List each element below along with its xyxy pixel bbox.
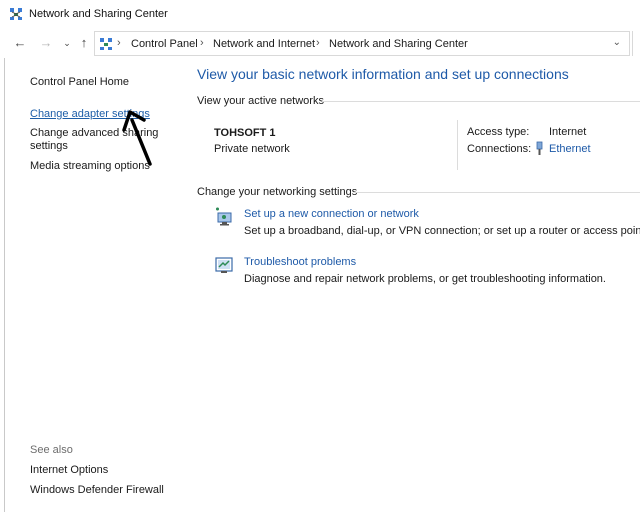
title-bar: Network and Sharing Center [0, 0, 640, 28]
see-also-label: See also [30, 444, 73, 456]
setup-connection-link[interactable]: Set up a new connection or network [244, 208, 419, 220]
network-type: Private network [214, 143, 290, 155]
up-arrow-icon[interactable]: ↑ [76, 35, 92, 51]
divider-vertical [457, 120, 458, 170]
forward-arrow-icon[interactable]: → [38, 35, 54, 51]
window-title: Network and Sharing Center [29, 8, 168, 20]
ethernet-link[interactable]: Ethernet [549, 143, 591, 155]
access-type-value: Internet [549, 126, 587, 138]
page-title: View your basic network information and … [197, 66, 569, 82]
network-center-icon [100, 38, 112, 50]
change-settings-heading: Change your networking settings [197, 186, 358, 198]
access-type-label: Access type: [467, 126, 530, 138]
internet-options-link[interactable]: Internet Options [30, 464, 108, 477]
troubleshoot-description: Diagnose and repair network problems, or… [244, 273, 606, 285]
breadcrumb-separator-icon[interactable]: › [200, 37, 204, 49]
setup-connection-description: Set up a broadband, dial-up, or VPN conn… [244, 225, 640, 237]
breadcrumb-separator-icon[interactable]: › [316, 37, 320, 49]
breadcrumb-separator-icon[interactable]: › [117, 37, 121, 49]
breadcrumb-control-panel[interactable]: Control Panel [131, 38, 198, 50]
connections-label: Connections: [467, 143, 532, 155]
troubleshoot-icon [215, 257, 233, 273]
ethernet-icon [536, 141, 543, 155]
network-name: TOHSOFT 1 [214, 127, 276, 139]
refresh-button-edge[interactable] [632, 31, 640, 56]
annotation-arrow-icon [122, 110, 152, 166]
navigation-bar: ← → ⌄ ↑ › Control Panel › Network and In… [0, 30, 640, 58]
active-networks-heading: View your active networks [197, 95, 324, 107]
control-panel-home-link[interactable]: Control Panel Home [30, 76, 129, 89]
breadcrumb-network-internet[interactable]: Network and Internet [213, 38, 315, 50]
change-advanced-sharing-link-2[interactable]: settings [30, 140, 68, 153]
divider [354, 192, 640, 193]
back-arrow-icon[interactable]: ← [12, 35, 28, 51]
chevron-down-icon[interactable]: ⌄ [59, 35, 75, 51]
address-bar[interactable]: › Control Panel › Network and Internet ›… [94, 31, 630, 56]
windows-defender-firewall-link[interactable]: Windows Defender Firewall [30, 484, 164, 497]
new-connection-icon [216, 207, 232, 226]
divider [322, 101, 640, 102]
network-center-icon [10, 8, 22, 20]
address-dropdown-icon[interactable]: ⌄ [613, 37, 621, 48]
breadcrumb-network-sharing[interactable]: Network and Sharing Center [329, 38, 468, 50]
troubleshoot-link[interactable]: Troubleshoot problems [244, 256, 356, 268]
